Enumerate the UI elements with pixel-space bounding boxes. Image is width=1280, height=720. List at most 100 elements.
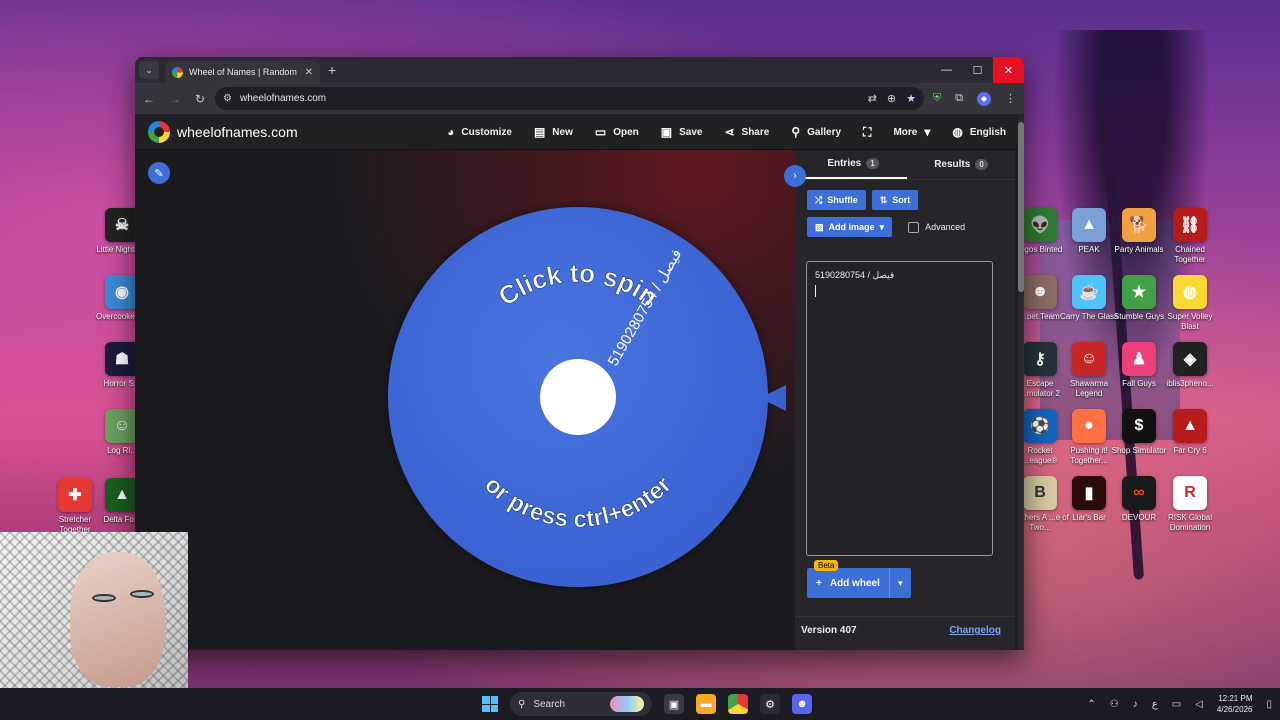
bookmark-star-icon[interactable]: ★ xyxy=(906,92,916,105)
minimize-button[interactable]: — xyxy=(931,57,962,83)
chevron-down-icon: ▾ xyxy=(898,577,903,588)
maximize-button[interactable]: ☐ xyxy=(962,57,993,83)
search-icon: ⚲ xyxy=(518,698,526,710)
game-icon: B xyxy=(1023,476,1057,510)
translate-icon[interactable]: ⇄ xyxy=(868,92,877,105)
wheel-text-layer: Click to spin or press ctrl+enter 519028… xyxy=(479,246,686,533)
close-tab-icon[interactable]: ✕ xyxy=(305,67,313,78)
discord-icon[interactable]: ☻ xyxy=(792,694,812,714)
steam-icon[interactable]: ⚙ xyxy=(760,694,780,714)
game-icon: ● xyxy=(1072,409,1106,443)
start-icon[interactable] xyxy=(482,696,498,712)
results-count-badge: 0 xyxy=(975,159,988,170)
desktop-icon[interactable]: ▲ Far Cry 6 xyxy=(1160,409,1220,456)
palette-icon: ◕ xyxy=(447,125,455,139)
entries-panel: › Entries 1 Results 0 ⤮ Shuffle ⇅ Sort ▨ Ad… xyxy=(784,150,1015,650)
advanced-toggle[interactable]: Advanced xyxy=(908,221,965,233)
add-wheel-button[interactable]: + Add wheel xyxy=(807,568,889,598)
language-indicator[interactable]: ع xyxy=(1152,699,1158,710)
gallery-button[interactable]: ⚲ Gallery xyxy=(791,125,841,139)
tab-results[interactable]: Results 0 xyxy=(907,150,1015,179)
network-icon[interactable]: ▭ xyxy=(1172,699,1181,710)
press-ctrl-enter-text: or press ctrl+enter xyxy=(479,471,677,533)
new-button[interactable]: ▤ New xyxy=(534,125,573,139)
volume-icon[interactable]: ◁ xyxy=(1195,699,1203,710)
game-icon: ☗ xyxy=(105,342,139,376)
game-icon: ☻ xyxy=(1023,275,1057,309)
game-icon: R xyxy=(1173,476,1207,510)
game-icon: ◉ xyxy=(105,275,139,309)
share-button[interactable]: ⋖ Share xyxy=(724,125,769,139)
desktop-icon[interactable]: R RISK Global Domination xyxy=(1160,476,1220,533)
language-button[interactable]: ◍ English xyxy=(952,125,1006,139)
game-icon: ✚ xyxy=(58,478,92,512)
sort-button[interactable]: ⇅ Sort xyxy=(871,190,919,210)
fullscreen-button[interactable]: ⛶ xyxy=(863,125,871,140)
system-clock[interactable]: 12:21 PM 4/26/2026 xyxy=(1217,693,1253,715)
chrome-icon[interactable] xyxy=(728,694,748,714)
site-info-icon[interactable]: ⚙ xyxy=(223,93,232,104)
task-view-icon[interactable]: ▣ xyxy=(664,694,684,714)
browser-tab[interactable]: Wheel of Names | Random nam ✕ xyxy=(165,61,320,83)
more-button[interactable]: More ▾ xyxy=(893,125,930,139)
file-explorer-icon[interactable]: ▬ xyxy=(696,694,716,714)
customize-button[interactable]: ◕ Customize xyxy=(447,125,512,139)
add-image-button[interactable]: ▨ Add image ▾ xyxy=(807,217,893,237)
tab-search-button[interactable]: ⌄ xyxy=(139,61,159,79)
text-caret xyxy=(815,285,816,297)
desktop-icon[interactable]: ◍ Super Volley Blast xyxy=(1160,275,1220,332)
open-button[interactable]: ▭ Open xyxy=(595,125,639,139)
desktop-icon[interactable]: ◈ iblis3pheno... xyxy=(1160,342,1220,389)
tab-entries[interactable]: Entries 1 xyxy=(799,150,907,179)
entries-textarea[interactable]: 5190280754 / فيصل xyxy=(806,261,993,556)
folder-icon: ▭ xyxy=(594,125,607,139)
notification-icon[interactable]: ▯ xyxy=(1266,699,1272,710)
close-window-button[interactable]: ✕ xyxy=(993,57,1024,83)
app-header: wheelofnames.com ◕ Customize ▤ New ▭ Open ▣… xyxy=(135,114,1020,150)
game-icon: ☺ xyxy=(1072,342,1106,376)
shuffle-button[interactable]: ⤮ Shuffle xyxy=(807,190,866,210)
microphone-icon[interactable]: ♪ xyxy=(1133,699,1138,710)
person-face xyxy=(70,552,165,687)
game-icon: ⛓ xyxy=(1173,208,1207,242)
zoom-icon[interactable]: ⊕ xyxy=(887,92,896,105)
page-scrollbar[interactable] xyxy=(1018,114,1024,650)
omnibox[interactable]: ⚙ wheelofnames.com ⇄ ⊕ ★ xyxy=(215,87,924,110)
game-icon: ▲ xyxy=(105,478,139,512)
save-button[interactable]: ▣ Save xyxy=(661,125,703,139)
beta-badge: Beta xyxy=(814,560,839,571)
chevron-down-icon: ▾ xyxy=(879,221,885,232)
add-wheel-dropdown[interactable]: ▾ xyxy=(888,568,911,598)
game-icon: ☺ xyxy=(105,409,139,443)
game-icon: ☕ xyxy=(1072,275,1106,309)
file-icon: ▤ xyxy=(533,125,546,139)
edit-title-icon[interactable]: ✎ xyxy=(148,162,170,184)
extension-shield-icon[interactable]: ⛨ xyxy=(933,92,941,105)
tray-app-icon[interactable]: ⚇ xyxy=(1110,699,1119,710)
forward-icon[interactable]: → xyxy=(169,92,181,106)
search-icon: ⚲ xyxy=(791,125,801,139)
back-icon[interactable]: ← xyxy=(143,92,155,106)
desktop-icon[interactable]: ⛓ Chained Together xyxy=(1160,208,1220,265)
save-icon: ▣ xyxy=(660,125,673,139)
browser-window: ⌄ Wheel of Names | Random nam ✕ + — ☐ ✕ … xyxy=(135,57,1024,650)
tray-overflow-icon[interactable]: ⌃ xyxy=(1087,699,1095,710)
reload-icon[interactable]: ↻ xyxy=(195,92,205,106)
taskbar-search[interactable]: ⚲ Search xyxy=(510,692,652,716)
site-logo[interactable]: wheelofnames.com xyxy=(148,120,298,143)
fullscreen-icon: ⛶ xyxy=(863,124,872,139)
advanced-checkbox[interactable] xyxy=(908,221,920,233)
scrollbar-thumb[interactable] xyxy=(1018,122,1024,292)
extensions-puzzle-icon[interactable]: ⧉ xyxy=(955,92,963,105)
taskbar: ⚲ Search ▣ ▬ ⚙ ☻ ⌃ ⚇ ♪ ع ▭ ◁ 12:21 PM 4/… xyxy=(0,688,1280,720)
favicon-icon xyxy=(172,66,183,78)
profile-avatar-icon[interactable]: ◆ xyxy=(977,91,991,106)
browser-menu-icon[interactable]: ⋮ xyxy=(1005,92,1016,105)
url-text: wheelofnames.com xyxy=(239,93,327,104)
new-tab-button[interactable]: + xyxy=(328,62,336,78)
game-icon: ⚷ xyxy=(1023,342,1057,376)
chevron-right-icon[interactable]: › xyxy=(784,165,806,187)
game-icon: 👽 xyxy=(1023,208,1057,242)
changelog-link[interactable]: Changelog xyxy=(949,625,1001,636)
add-wheel-group: Beta + Add wheel ▾ xyxy=(807,560,911,598)
